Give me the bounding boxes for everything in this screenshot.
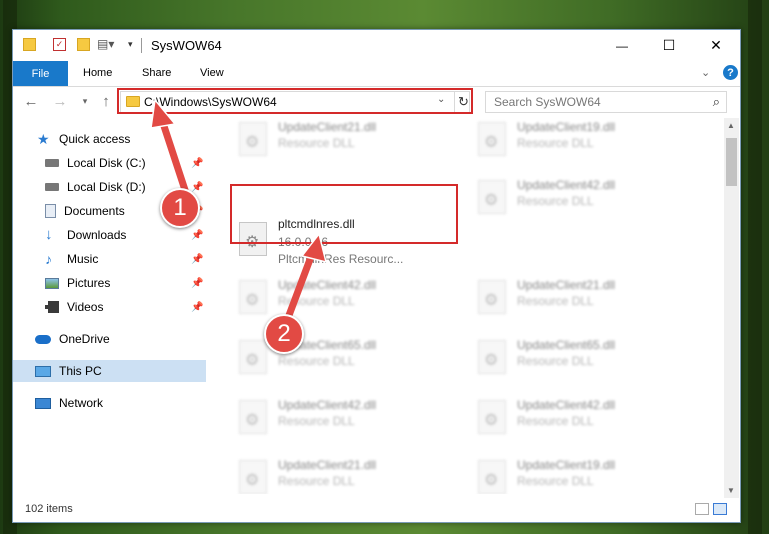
annotation-arrows — [150, 98, 328, 322]
step-badge-1: 1 — [160, 188, 200, 228]
step-badge-2: 2 — [264, 314, 304, 354]
arrow-1 — [150, 98, 189, 194]
arrow-2 — [284, 232, 328, 322]
